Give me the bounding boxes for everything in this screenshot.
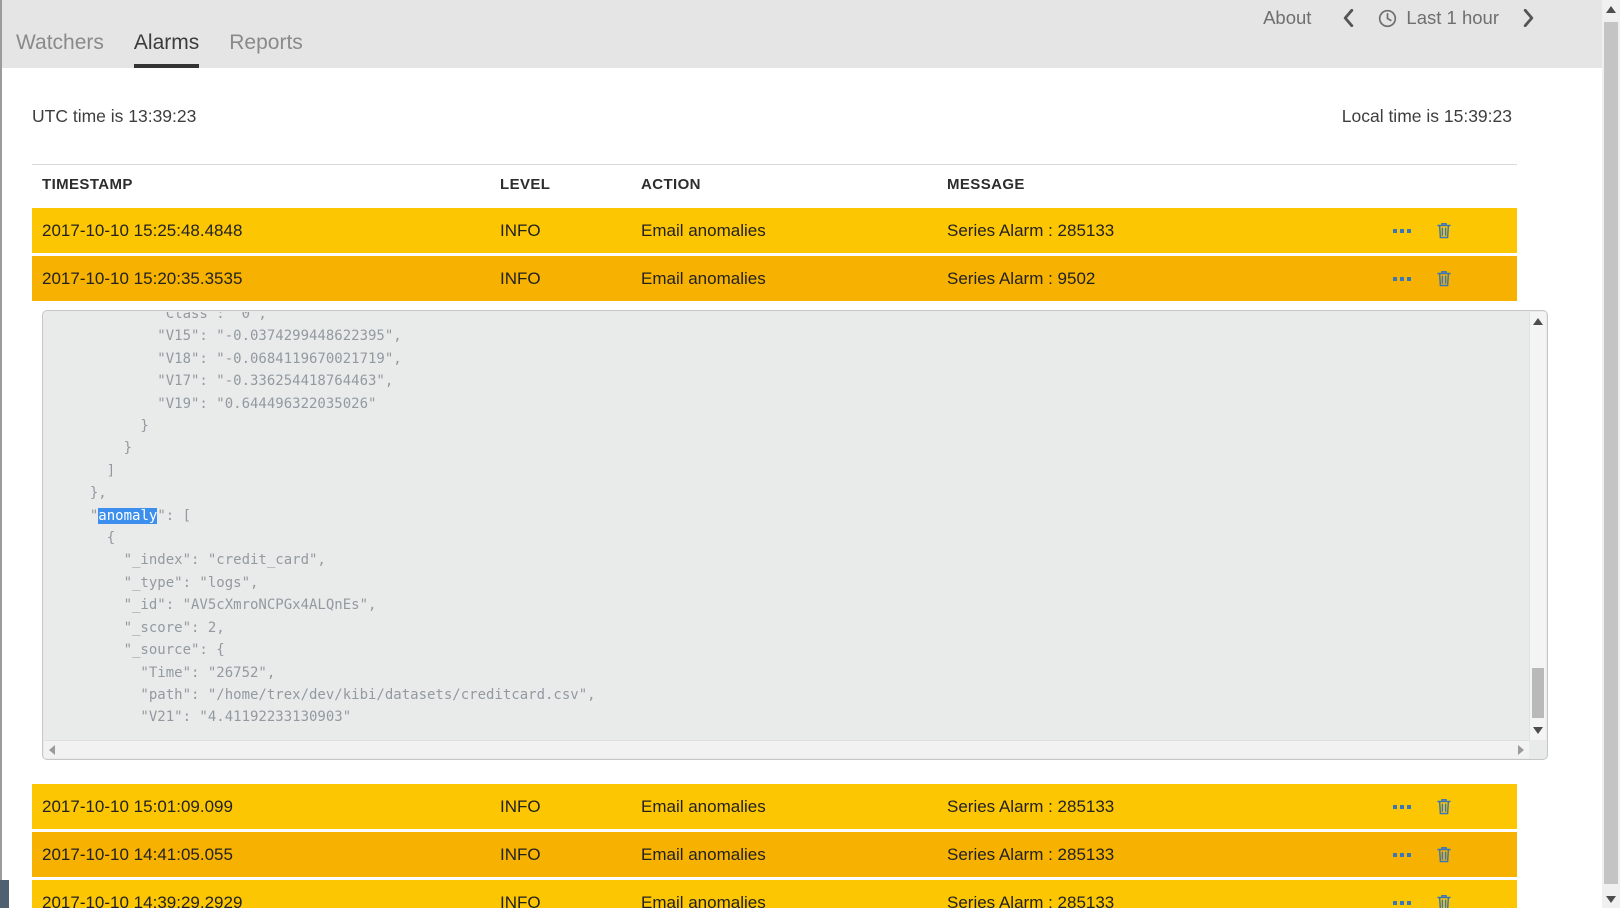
table-row[interactable]: 2017-10-10 15:25:48.4848 INFO Email anom… [32, 208, 1517, 253]
alarm-message: Series Alarm : 285133 [947, 221, 1393, 241]
scroll-up-icon[interactable] [1533, 318, 1543, 325]
json-code: "Class": "0", "V15": "-0.037429944862239… [44, 312, 1528, 729]
json-before-selection: "Class": "0", "V15": "-0.037429944862239… [73, 312, 402, 524]
trash-icon [1437, 846, 1451, 863]
more-details-icon[interactable] [1393, 901, 1411, 905]
about-link[interactable]: About [1263, 7, 1311, 29]
alarm-timestamp: 2017-10-10 14:39:29.2929 [42, 893, 500, 908]
trash-icon [1437, 222, 1451, 239]
local-time-text: Local time is 15:39:23 [1342, 106, 1512, 127]
alarm-level: INFO [500, 845, 641, 865]
alarms-table: TIMESTAMP LEVEL ACTION MESSAGE 2017-10-1… [32, 164, 1517, 908]
page-scroll-up-icon[interactable] [1606, 6, 1616, 13]
alarm-message: Series Alarm : 285133 [947, 893, 1393, 908]
more-details-icon[interactable] [1393, 277, 1411, 281]
alarm-action: Email anomalies [641, 797, 947, 817]
scroll-right-icon[interactable] [1518, 745, 1524, 755]
alarm-message: Series Alarm : 285133 [947, 797, 1393, 817]
chevron-left-icon [1343, 9, 1354, 27]
trash-icon [1437, 894, 1451, 908]
column-header-level: LEVEL [500, 176, 641, 193]
alarm-payload-json[interactable]: "Class": "0", "V15": "-0.037429944862239… [44, 312, 1528, 740]
payload-horizontal-scrollbar[interactable] [44, 740, 1529, 758]
more-details-icon[interactable] [1393, 853, 1411, 857]
chevron-right-icon [1523, 9, 1534, 27]
alarm-level: INFO [500, 269, 641, 289]
trash-icon [1437, 798, 1451, 815]
timepicker-button[interactable]: Last 1 hour [1378, 7, 1499, 29]
row-actions [1393, 894, 1517, 908]
bottom-left-panel-edge [0, 880, 9, 908]
alarm-payload-panel: "Class": "0", "V15": "-0.037429944862239… [42, 310, 1548, 760]
scroll-down-icon[interactable] [1533, 727, 1543, 734]
vertical-scroll-thumb[interactable] [1532, 668, 1544, 718]
alarm-message: Series Alarm : 285133 [947, 845, 1393, 865]
alarm-timestamp: 2017-10-10 14:41:05.055 [42, 845, 500, 865]
table-row[interactable]: 2017-10-10 15:20:35.3535 INFO Email anom… [32, 256, 1517, 301]
table-row[interactable]: 2017-10-10 14:41:05.055 INFO Email anoma… [32, 832, 1517, 877]
row-actions [1393, 270, 1517, 287]
tab-watchers[interactable]: Watchers [16, 31, 104, 68]
alarm-action: Email anomalies [641, 845, 947, 865]
row-actions [1393, 846, 1517, 863]
column-header-action: ACTION [641, 176, 947, 193]
alarm-level: INFO [500, 221, 641, 241]
page-scroll-down-icon[interactable] [1606, 896, 1616, 903]
column-header-timestamp: TIMESTAMP [42, 176, 500, 193]
table-row[interactable]: 2017-10-10 15:01:09.099 INFO Email anoma… [32, 784, 1517, 829]
tab-reports[interactable]: Reports [229, 31, 303, 68]
row-actions [1393, 798, 1517, 815]
alarm-level: INFO [500, 893, 641, 908]
main-tabs: Watchers Alarms Reports [16, 31, 303, 68]
time-next-button[interactable] [1523, 9, 1534, 27]
json-selected-text: anomaly [98, 508, 157, 524]
alarm-timestamp: 2017-10-10 15:01:09.099 [42, 797, 500, 817]
alarm-message: Series Alarm : 9502 [947, 269, 1393, 289]
json-after-selection: ": [ { "_index": "credit_card", "_type":… [73, 508, 596, 726]
scroll-left-icon[interactable] [49, 745, 55, 755]
time-prev-button[interactable] [1343, 9, 1354, 27]
row-actions [1393, 222, 1517, 239]
delete-alarm-button[interactable] [1437, 222, 1451, 239]
page-scroll-thumb[interactable] [1604, 22, 1618, 884]
alarm-timestamp: 2017-10-10 15:25:48.4848 [42, 221, 500, 241]
payload-vertical-scrollbar[interactable] [1529, 312, 1546, 740]
table-header-row: TIMESTAMP LEVEL ACTION MESSAGE [32, 164, 1517, 204]
column-header-message: MESSAGE [947, 176, 1517, 193]
trash-icon [1437, 270, 1451, 287]
nav-right-group: About Last 1 hour [1263, 7, 1534, 29]
utc-time-text: UTC time is 13:39:23 [32, 106, 196, 127]
more-details-icon[interactable] [1393, 805, 1411, 809]
top-nav-band: Watchers Alarms Reports About Last 1 hou… [0, 0, 1620, 68]
tab-alarms[interactable]: Alarms [134, 31, 199, 68]
alarm-action: Email anomalies [641, 893, 947, 908]
alarm-timestamp: 2017-10-10 15:20:35.3535 [42, 269, 500, 289]
window-left-border [0, 0, 2, 880]
timepicker-label: Last 1 hour [1406, 7, 1499, 29]
alarm-level: INFO [500, 797, 641, 817]
alarm-action: Email anomalies [641, 269, 947, 289]
clock-icon [1378, 9, 1397, 28]
delete-alarm-button[interactable] [1437, 270, 1451, 287]
delete-alarm-button[interactable] [1437, 798, 1451, 815]
alarms-page: Watchers Alarms Reports About Last 1 hou… [0, 0, 1620, 908]
alarm-action: Email anomalies [641, 221, 947, 241]
page-scrollbar[interactable] [1602, 0, 1620, 908]
delete-alarm-button[interactable] [1437, 894, 1451, 908]
more-details-icon[interactable] [1393, 229, 1411, 233]
delete-alarm-button[interactable] [1437, 846, 1451, 863]
clock-row: UTC time is 13:39:23 Local time is 15:39… [32, 106, 1512, 127]
table-row[interactable]: 2017-10-10 14:39:29.2929 INFO Email anom… [32, 880, 1517, 908]
